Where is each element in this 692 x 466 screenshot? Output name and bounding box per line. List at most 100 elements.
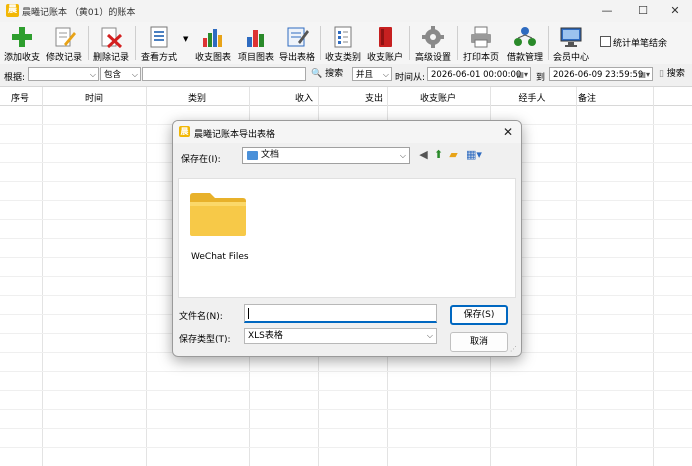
member-center-button[interactable]: 会员中心 xyxy=(551,24,591,63)
logic-select[interactable]: 并且 ⌵ xyxy=(352,67,392,81)
col-header-handler[interactable]: 经手人 xyxy=(518,91,545,104)
toolbar-separator xyxy=(457,26,458,60)
folder-label: WeChat Files xyxy=(191,252,249,262)
resize-grip-icon[interactable]: ⋰ xyxy=(510,345,518,353)
edit-record-button[interactable]: 修改记录 xyxy=(44,24,84,63)
toolbar-separator xyxy=(548,26,549,60)
dialog-app-icon: 晨 xyxy=(179,126,190,137)
account-icon xyxy=(379,27,392,47)
row-divider xyxy=(0,428,692,429)
printer-icon xyxy=(471,26,491,48)
calendar-dropdown-icon: ▤▾ xyxy=(638,70,650,79)
add-record-button[interactable]: 添加收支 xyxy=(2,24,42,63)
loan-manage-button[interactable]: 借款管理 xyxy=(504,24,546,63)
view-mode-dropdown-arrow[interactable]: ▼ xyxy=(183,35,188,43)
search-label: 搜索 xyxy=(325,69,344,79)
minimize-button[interactable]: — xyxy=(590,0,624,22)
export-table-button[interactable]: 导出表格 xyxy=(277,24,317,63)
search-button[interactable]: 🔍 搜索 xyxy=(311,67,343,82)
col-header-note[interactable]: 备注 xyxy=(578,91,596,104)
chevron-down-icon: ⌵ xyxy=(382,70,389,79)
toolbar-separator xyxy=(320,26,321,60)
file-list: WeChat Files xyxy=(178,178,516,298)
col-header-expense[interactable]: 支出 xyxy=(365,91,383,104)
row-divider xyxy=(0,390,692,391)
filetype-label: 保存类型(T): xyxy=(179,335,231,345)
delete-record-button[interactable]: 删除记录 xyxy=(91,24,131,63)
toolbar-separator xyxy=(409,26,410,60)
print-page-label: 打印本页 xyxy=(462,53,499,63)
up-folder-icon[interactable]: ⬆ xyxy=(432,148,445,161)
col-header-index[interactable]: 序号 xyxy=(11,91,29,104)
filename-label: 文件名(N): xyxy=(179,312,223,322)
advanced-settings-button[interactable]: 高级设置 xyxy=(412,24,454,63)
category-icon xyxy=(334,26,352,48)
single-balance-checkbox[interactable]: 统计单笔结余 xyxy=(600,36,667,49)
view-icon xyxy=(150,26,168,48)
chevron-down-icon: ⌵ xyxy=(89,70,96,79)
member-center-label: 会员中心 xyxy=(552,53,589,63)
match-value: 包含 xyxy=(104,70,122,80)
filetype-value: XLS表格 xyxy=(248,331,283,341)
maximize-button[interactable]: ☐ xyxy=(626,0,660,22)
account-label: 收支账户 xyxy=(366,53,403,63)
col-header-income[interactable]: 收入 xyxy=(295,91,313,104)
close-button[interactable]: ✕ xyxy=(658,0,692,22)
keyword-input[interactable] xyxy=(142,67,306,81)
category-button[interactable]: 收支类别 xyxy=(323,24,363,63)
search2-button[interactable]: ▯ 搜索 xyxy=(659,67,685,82)
edit-icon xyxy=(55,27,76,47)
toolbar-separator xyxy=(88,26,89,60)
new-folder-icon[interactable]: ▰ xyxy=(447,148,460,161)
project-chart-label: 项目图表 xyxy=(237,53,274,63)
loan-manage-label: 借款管理 xyxy=(506,53,543,63)
calendar-dropdown-icon: ▤▾ xyxy=(516,70,528,79)
col-header-time[interactable]: 时间 xyxy=(85,91,103,104)
title-bar: 晨 晨曦记账本 （黄01）的账本 — ☐ ✕ xyxy=(0,0,692,22)
delete-icon xyxy=(101,27,123,48)
print-page-button[interactable]: 打印本页 xyxy=(460,24,502,63)
dialog-close-button[interactable]: ✕ xyxy=(499,123,517,141)
time-from-label: 时间从: xyxy=(395,73,426,83)
gear-icon xyxy=(422,26,444,48)
folder-icon xyxy=(190,193,246,236)
dialog-title-bar: 晨 晨曦记账本导出表格 ✕ xyxy=(173,121,521,143)
cancel-button[interactable]: 取消 xyxy=(450,332,508,352)
project-chart-icon xyxy=(247,30,264,47)
export-icon xyxy=(287,27,309,47)
time-to-picker[interactable]: 2026-06-09 23:59:59 ▤▾ xyxy=(549,67,653,81)
project-chart-button[interactable]: 项目图表 xyxy=(236,24,276,63)
toolbar-separator xyxy=(135,26,136,60)
time-to-label: 到 xyxy=(536,73,546,83)
loan-icon xyxy=(514,27,536,46)
income-chart-button[interactable]: 收支图表 xyxy=(192,24,234,63)
basis-select[interactable]: ⌵ xyxy=(28,67,99,81)
save-in-value: 文档 xyxy=(261,150,280,160)
logic-value: 并且 xyxy=(356,70,374,80)
col-header-category[interactable]: 类别 xyxy=(188,91,206,104)
checkbox-box[interactable] xyxy=(600,36,611,47)
export-dialog: 晨 晨曦记账本导出表格 ✕ 保存在(I): 文档 ⌵ ◀ ⬆ ▰ ▦▾ WeCh… xyxy=(172,120,522,357)
filter-bar: 根据: ⌵ 包含 ⌵ 🔍 搜索 并且 ⌵ 时间从: 2026-06-01 00:00… xyxy=(0,64,692,87)
time-from-picker[interactable]: 2026-06-01 00:00:00 ▤▾ xyxy=(427,67,531,81)
basis-label: 根据: xyxy=(4,73,26,83)
chevron-down-icon: ⌵ xyxy=(426,331,433,340)
toolbar: 添加收支 修改记录 删除记录 查看方式 ▼ 收支图表 项目图表 导出表格 收支类… xyxy=(0,22,692,64)
row-divider xyxy=(0,371,692,372)
save-in-select[interactable]: 文档 ⌵ xyxy=(242,147,410,164)
match-select[interactable]: 包含 ⌵ xyxy=(100,67,141,81)
save-button[interactable]: 保存(S) xyxy=(450,305,508,325)
account-button[interactable]: 收支账户 xyxy=(365,24,405,63)
single-balance-label: 统计单笔结余 xyxy=(613,39,668,49)
view-menu-icon[interactable]: ▦▾ xyxy=(464,148,484,161)
filename-input[interactable] xyxy=(244,304,437,323)
window-title: 晨曦记账本 （黄01）的账本 xyxy=(22,8,136,18)
category-label: 收支类别 xyxy=(324,53,361,63)
back-icon[interactable]: ◀ xyxy=(417,148,430,161)
add-record-label: 添加收支 xyxy=(3,53,40,63)
delete-record-label: 删除记录 xyxy=(92,53,129,63)
col-header-account[interactable]: 收支账户 xyxy=(420,91,456,104)
view-mode-button[interactable]: 查看方式 xyxy=(138,24,180,63)
filetype-select[interactable]: XLS表格 ⌵ xyxy=(244,328,437,344)
view-mode-label: 查看方式 xyxy=(140,53,177,63)
